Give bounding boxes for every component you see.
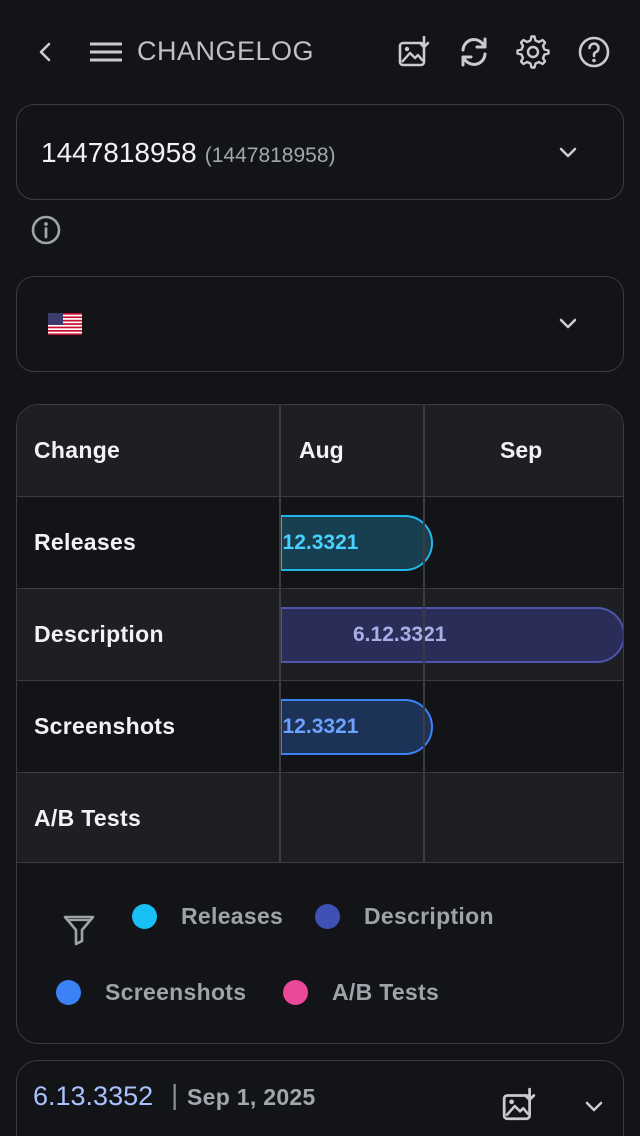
screenshots-bar[interactable]: 6.12.3321 (280, 699, 433, 755)
legend-dot-ab-tests (283, 980, 308, 1005)
version-number: 6.13.3352 (33, 1081, 154, 1111)
version-date: Sep 1, 2025 (187, 1084, 316, 1110)
info-icon[interactable] (30, 214, 62, 246)
refresh-icon[interactable] (456, 34, 492, 70)
legend-dot-screenshots (56, 980, 81, 1005)
filter-icon[interactable] (61, 911, 97, 947)
version-separator: | (171, 1079, 179, 1110)
column-divider (423, 405, 425, 863)
row-label: Screenshots (34, 713, 176, 739)
bar-label: 6.12.3321 (353, 623, 447, 646)
image-download-icon[interactable] (501, 1087, 537, 1123)
timeline-legend: Releases Description Screenshots A/B Tes… (17, 863, 623, 1043)
bar-label: 6.12.3321 (282, 531, 359, 554)
app-name: 1447818958 (41, 137, 197, 168)
legend-dot-releases (132, 904, 157, 929)
legend-label-releases[interactable]: Releases (181, 903, 283, 930)
legend-label-screenshots[interactable]: Screenshots (105, 979, 246, 1006)
timeline-row-screenshots: Screenshots 6.12.3321 (17, 681, 623, 773)
legend-label-ab-tests[interactable]: A/B Tests (332, 979, 439, 1006)
change-column-header: Change (34, 437, 121, 463)
timeline-row-description: Description 6.12.3321 (17, 589, 623, 681)
app-selector[interactable]: 1447818958 (1447818958) (16, 104, 624, 200)
month-label-sep: Sep (500, 437, 543, 463)
menu-icon[interactable] (88, 34, 124, 70)
row-label: Releases (34, 529, 137, 555)
timeline-row-ab-tests: A/B Tests (17, 773, 623, 863)
app-name-label: 1447818958 (1447818958) (41, 137, 336, 169)
us-flag-icon (48, 313, 82, 335)
month-label-aug: Aug (299, 437, 344, 463)
page-title: CHANGELOG (137, 36, 315, 66)
row-label: Description (34, 621, 164, 647)
timeline-header: Change Aug Sep (17, 405, 623, 497)
column-divider (279, 405, 281, 863)
image-download-icon[interactable] (396, 34, 432, 70)
timeline-row-releases: Releases 6.12.3321 (17, 497, 623, 589)
row-label: A/B Tests (34, 805, 142, 831)
top-bar: CHANGELOG (0, 0, 640, 104)
settings-gear-icon[interactable] (515, 34, 551, 70)
country-selector[interactable] (16, 276, 624, 372)
chevron-down-icon (559, 318, 577, 329)
chevron-down-icon[interactable] (582, 1094, 606, 1118)
back-arrow-icon[interactable] (28, 34, 64, 70)
changelog-timeline: Change Aug Sep Releases 6.12.3321 Descri… (16, 404, 624, 1044)
version-entry-card[interactable]: 6.13.3352 | Sep 1, 2025 (16, 1060, 624, 1136)
legend-label-description[interactable]: Description (364, 903, 494, 930)
description-bar[interactable]: 6.12.3321 (280, 607, 623, 663)
chevron-down-icon (559, 147, 577, 158)
help-icon[interactable] (576, 34, 612, 70)
release-bar[interactable]: 6.12.3321 (280, 515, 433, 571)
app-id: (1447818958) (204, 144, 336, 167)
bar-label: 6.12.3321 (282, 715, 359, 738)
legend-dot-description (315, 904, 340, 929)
